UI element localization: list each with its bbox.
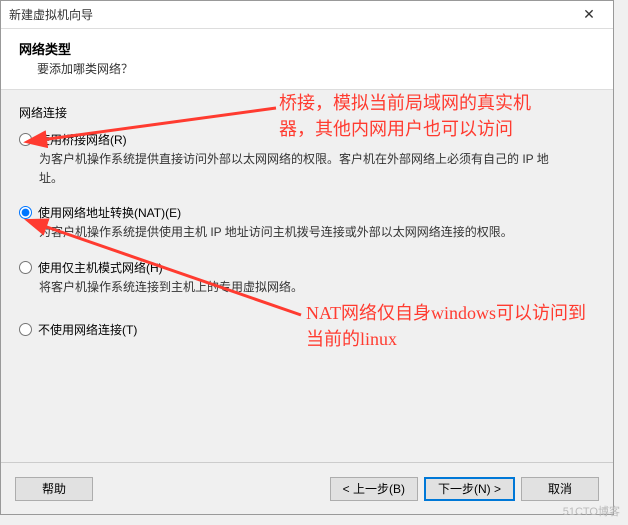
radio-row-nat[interactable]: 使用网络地址转换(NAT)(E)	[19, 204, 595, 221]
close-icon: ✕	[583, 6, 595, 23]
next-button[interactable]: 下一步(N) >	[424, 477, 515, 501]
close-button[interactable]: ✕	[573, 4, 605, 26]
radio-row-bridged[interactable]: 使用桥接网络(R)	[19, 131, 595, 148]
radio-desc-hostonly: 将客户机操作系统连接到主机上的专用虚拟网络。	[39, 278, 559, 297]
radio-row-hostonly[interactable]: 使用仅主机模式网络(H)	[19, 259, 595, 276]
back-button[interactable]: < 上一步(B)	[330, 477, 418, 501]
group-label-network: 网络连接	[19, 104, 595, 121]
radio-label-nat: 使用网络地址转换(NAT)(E)	[38, 204, 181, 221]
radio-hostonly[interactable]	[19, 261, 32, 274]
radio-label-none: 不使用网络连接(T)	[38, 321, 137, 338]
watermark-text: 51CTO博客	[563, 503, 620, 519]
wizard-footer: 帮助 < 上一步(B) 下一步(N) > 取消	[1, 462, 613, 514]
page-title: 网络类型	[19, 39, 595, 58]
radio-desc-nat: 为客户机操作系统提供使用主机 IP 地址访问主机拨号连接或外部以太网网络连接的权…	[39, 223, 559, 242]
wizard-dialog: 新建虚拟机向导 ✕ 网络类型 要添加哪类网络？ 网络连接 使用桥接网络(R) 为…	[0, 0, 614, 515]
radio-desc-bridged: 为客户机操作系统提供直接访问外部以太网网络的权限。客户机在外部网络上必须有自己的…	[39, 150, 559, 188]
cancel-button[interactable]: 取消	[521, 477, 599, 501]
titlebar: 新建虚拟机向导 ✕	[1, 1, 613, 29]
page-subtitle: 要添加哪类网络？	[37, 60, 595, 77]
wizard-content: 网络连接 使用桥接网络(R) 为客户机操作系统提供直接访问外部以太网网络的权限。…	[1, 90, 613, 462]
radio-label-bridged: 使用桥接网络(R)	[38, 131, 127, 148]
radio-label-hostonly: 使用仅主机模式网络(H)	[38, 259, 163, 276]
wizard-header: 网络类型 要添加哪类网络？	[1, 29, 613, 90]
radio-nat[interactable]	[19, 206, 32, 219]
radio-row-none[interactable]: 不使用网络连接(T)	[19, 321, 595, 338]
window-title: 新建虚拟机向导	[9, 6, 93, 23]
radio-none[interactable]	[19, 323, 32, 336]
help-button[interactable]: 帮助	[15, 477, 93, 501]
radio-bridged[interactable]	[19, 133, 32, 146]
